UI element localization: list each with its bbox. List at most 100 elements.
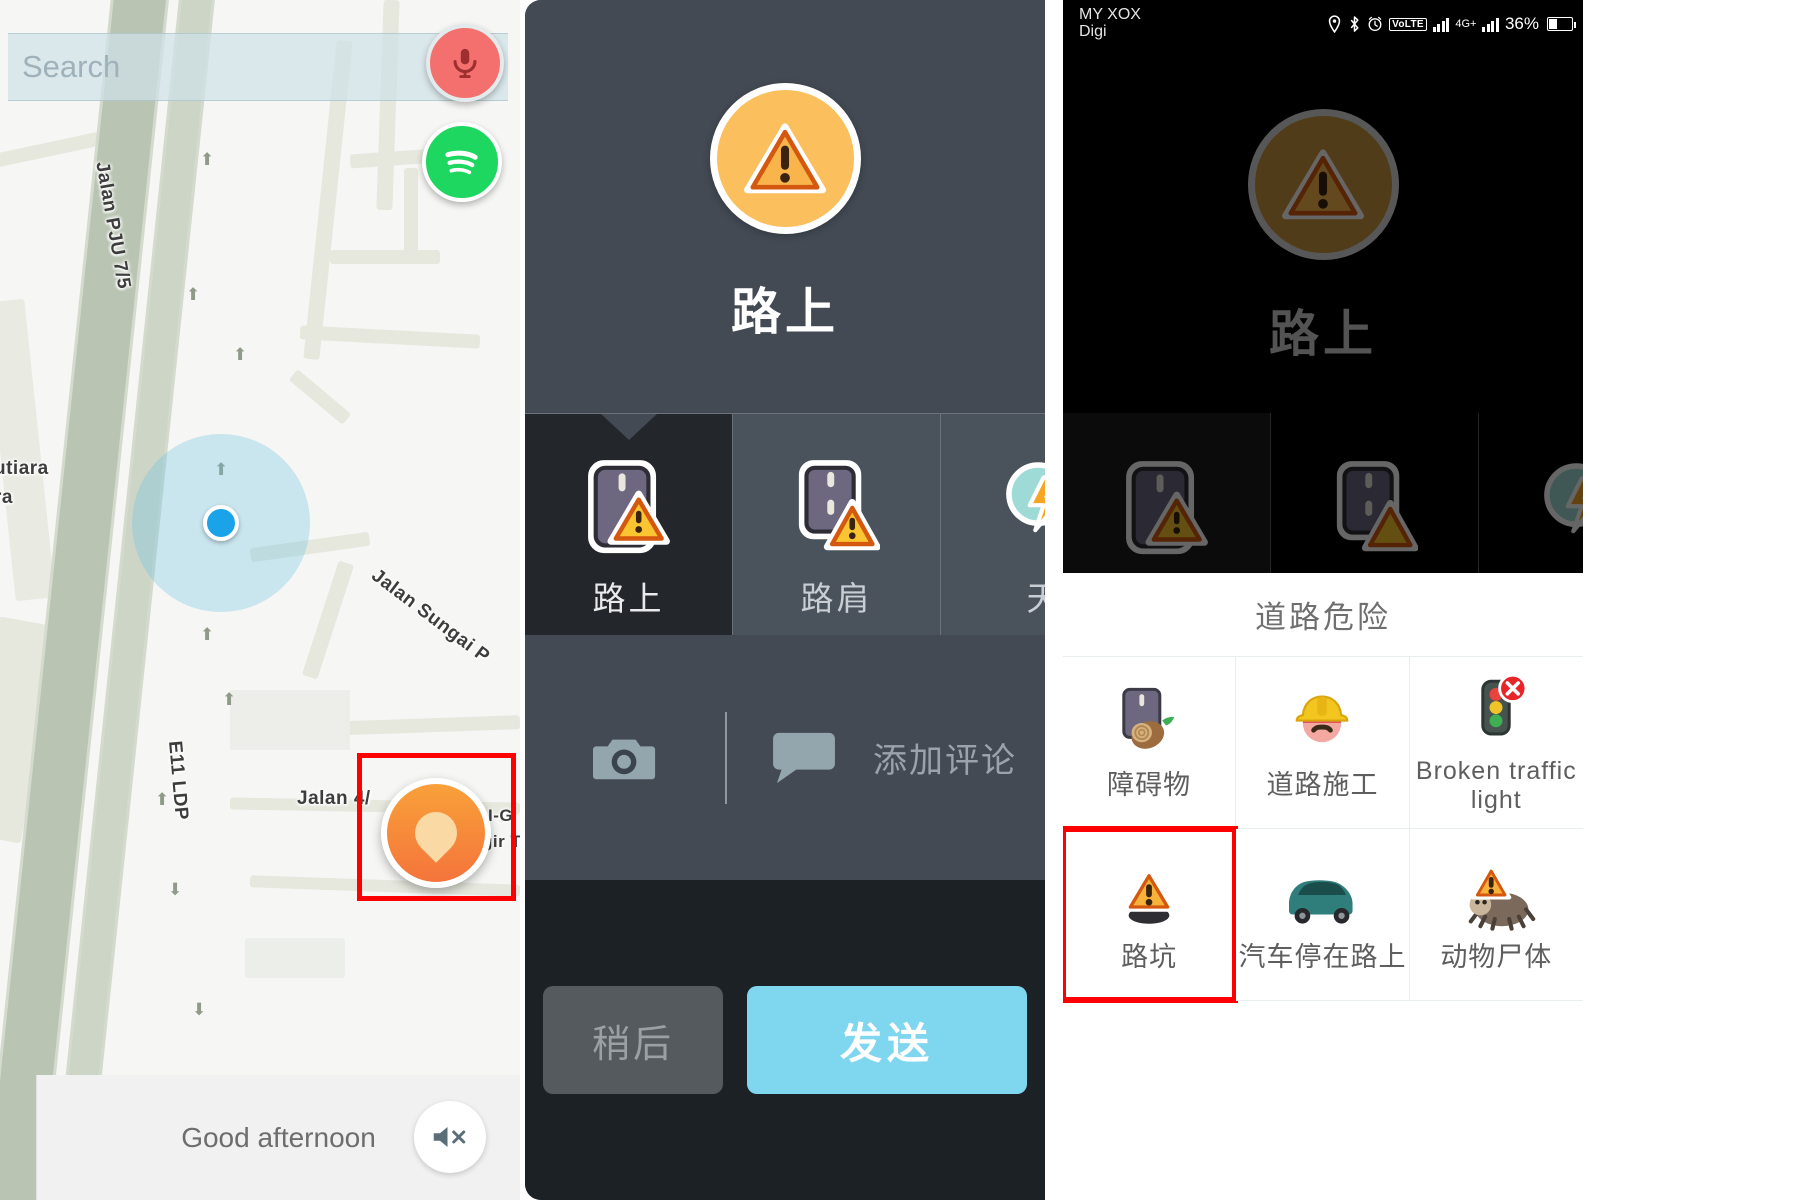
dimmed-tab-road (1063, 413, 1271, 573)
log-on-road-icon (1111, 684, 1187, 762)
grid-item-roadkill[interactable]: 动物尸体 (1409, 829, 1583, 1001)
grid-item-label: 动物尸体 (1440, 941, 1553, 972)
dimmed-hero: 路上 (1063, 48, 1583, 413)
grid-item-stopped-car[interactable]: 汽车停在路上 (1236, 829, 1410, 1001)
street-label: utiara (0, 458, 49, 479)
android-status-bar: MY XOX Digi VoLTE 4G+ 36% (1063, 0, 1583, 48)
voice-search-button[interactable] (426, 24, 504, 102)
grid-item-construction[interactable]: 道路施工 (1236, 657, 1410, 829)
grid-item-label: 障碍物 (1107, 769, 1192, 800)
direction-arrow-icon: ⬆ (222, 690, 237, 709)
dimmed-report-title: 路上 (1269, 306, 1377, 362)
send-button[interactable]: 发送 (747, 986, 1027, 1094)
dimmed-tabs (1063, 413, 1583, 573)
warning-triangle-icon (744, 122, 826, 193)
broken-traffic-light-icon (1458, 671, 1534, 749)
search-placeholder: Search (22, 49, 121, 84)
road-shoulder-warning-icon (794, 460, 880, 556)
direction-arrow-icon: ⬆ (200, 150, 215, 169)
map-road (376, 0, 400, 211)
hazard-report-panel: 路上 路上 路肩 添加评论 稍后 发送 (525, 0, 1045, 1200)
hazard-grid: 障碍物 道路施工 Broken traffic light 路坑 汽车停在路上 … (1063, 657, 1583, 1003)
signal-bars-icon-2 (1482, 17, 1499, 32)
road-hazard-picker-panel: MY XOX Digi VoLTE 4G+ 36% 路上 道路危险 障碍物 道路… (1063, 0, 1583, 1200)
grid-item-pothole[interactable]: 路坑 (1063, 826, 1239, 1003)
map-road (0, 298, 56, 602)
hazard-badge-dim (1247, 109, 1399, 260)
speech-bubble-icon (773, 732, 835, 783)
road-warning-icon (1125, 461, 1208, 555)
map-road (330, 250, 440, 264)
speaker-mute-icon (433, 1127, 466, 1147)
grid-item-obstacle[interactable]: 障碍物 (1063, 657, 1237, 829)
map-road (404, 168, 418, 258)
sheet-title: 道路危险 (1063, 573, 1583, 657)
warning-triangle-icon (1282, 148, 1364, 219)
road-warning-icon (586, 460, 672, 556)
grid-item-broken-traffic-light[interactable]: Broken traffic light (1409, 657, 1583, 829)
add-comment-button[interactable]: 添加评论 (727, 729, 1045, 787)
comment-placeholder: 添加评论 (873, 742, 1017, 780)
spotify-button[interactable] (422, 122, 502, 202)
construction-worker-icon (1284, 684, 1360, 762)
dimmed-tab-shoulder (1271, 413, 1479, 573)
three-panel-screenshot: ⬆ ⬆ ⬆ ⬆ ⬆ ⬆ ⬆ ⬇ ⬇ Jalan PJU 7/5 Jalan Su… (0, 0, 1800, 1200)
later-button[interactable]: 稍后 (543, 986, 723, 1094)
microphone-icon (453, 48, 477, 79)
bluetooth-icon (1350, 16, 1359, 32)
camera-icon (592, 739, 656, 779)
current-location-dot (203, 505, 239, 541)
direction-arrow-icon: ⬇ (192, 1000, 207, 1019)
volte-badge: VoLTE (1389, 17, 1427, 31)
location-pin-icon (1328, 15, 1341, 33)
mute-button[interactable] (414, 1101, 486, 1173)
storm-cloud-icon (1002, 460, 1045, 556)
dimmed-report-背景: 路上 (1063, 48, 1583, 573)
tab-notch-icon (600, 414, 657, 440)
report-category-tabs: 路上 路肩 (525, 413, 1045, 635)
dimmed-content: 路上 (1063, 48, 1583, 573)
tab-weather[interactable]: 天 (941, 414, 1045, 635)
storm-cloud-icon (1543, 463, 1583, 534)
direction-arrow-icon: ⬆ (200, 625, 215, 644)
report-footer: 稍后 发送 (525, 880, 1045, 1200)
tab-label: 天 (1027, 572, 1046, 620)
report-actions: 添加评论 (525, 635, 1045, 880)
status-icons: VoLTE 4G+ 36% (1327, 14, 1576, 34)
stopped-car-icon (1279, 856, 1365, 934)
tab-shoulder[interactable]: 路肩 (733, 414, 941, 635)
tab-label: 路肩 (800, 580, 873, 617)
battery-icon (1547, 17, 1576, 31)
map-block (230, 690, 350, 750)
add-photo-button[interactable] (525, 731, 725, 785)
carrier-line-2: Digi (1079, 23, 1107, 40)
hazard-badge (709, 83, 861, 234)
carrier-labels: MY XOX Digi (1079, 6, 1141, 41)
alarm-clock-icon (1368, 16, 1382, 32)
battery-percent-label: 36% (1504, 14, 1539, 33)
report-title: 路上 (731, 284, 839, 340)
roadkill-icon (1453, 856, 1539, 934)
tab-road[interactable]: 路上 (525, 414, 733, 635)
waze-map-panel: ⬆ ⬆ ⬆ ⬆ ⬆ ⬆ ⬆ ⬇ ⬇ Jalan PJU 7/5 Jalan Su… (0, 0, 520, 1200)
report-hero: 路上 (525, 0, 1045, 413)
street-label: Jalan Sungai P (367, 565, 494, 668)
direction-arrow-icon: ⬇ (168, 880, 183, 899)
annotation-highlight-report-button (357, 753, 516, 901)
network-type-label: 4G+ (1455, 18, 1477, 30)
grid-item-label: Broken traffic light (1415, 756, 1577, 814)
hazard-category-sheet: 道路危险 障碍物 道路施工 Broken traffic light 路坑 汽车… (1063, 573, 1583, 1200)
map-block (245, 938, 345, 978)
spotify-icon (445, 150, 478, 175)
map-road (301, 560, 355, 680)
tab-label: 路上 (592, 580, 665, 617)
grid-item-label: 道路施工 (1266, 769, 1379, 800)
map-road (299, 325, 481, 349)
dimmed-tab-weather (1479, 413, 1583, 573)
direction-arrow-icon: ⬆ (233, 345, 248, 364)
tab-notch-icon (1138, 413, 1195, 439)
direction-arrow-icon: ⬆ (186, 285, 201, 304)
signal-bars-icon (1432, 17, 1450, 32)
map-road (288, 369, 352, 425)
map-bottom-bar[interactable]: Good afternoon (36, 1075, 520, 1200)
